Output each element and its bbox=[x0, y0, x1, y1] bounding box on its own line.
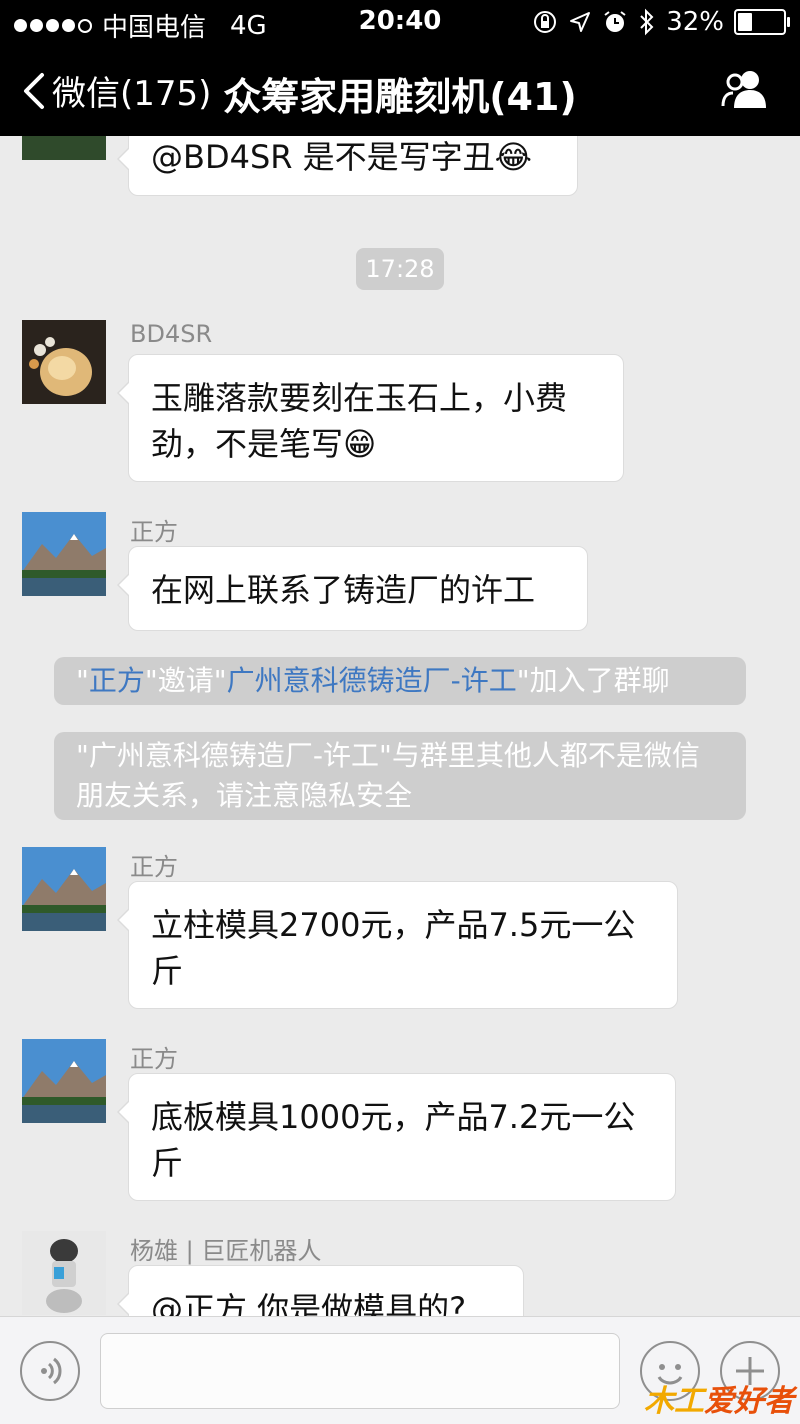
message-bubble[interactable]: 玉雕落款要刻在玉石上，小费劲，不是笔写😁 bbox=[117, 354, 624, 482]
alarm-icon bbox=[604, 11, 626, 32]
invitee-link[interactable]: 广州意科德铸造厂-许工 bbox=[227, 664, 517, 697]
battery-percent: 32% bbox=[666, 7, 724, 37]
voice-icon bbox=[41, 1357, 62, 1385]
bluetooth-icon bbox=[640, 8, 654, 36]
message-bubble[interactable]: 底板模具1000元，产品7.2元一公斤 bbox=[117, 1073, 676, 1201]
message-bubble[interactable]: 在网上联系了铸造厂的许工 bbox=[117, 546, 588, 631]
status-bar: 中国电信 4G 20:40 32% bbox=[0, 0, 800, 46]
avatar[interactable] bbox=[22, 847, 106, 931]
top-bar: 中国电信 4G 20:40 32% 微信(175) 众筹家用雕刻机(41) bbox=[0, 0, 800, 136]
system-message-invite: "正方"邀请"广州意科德铸造厂-许工"加入了群聊 bbox=[54, 657, 746, 705]
sender-name: BD4SR bbox=[130, 320, 213, 348]
message-bubble[interactable]: 立柱模具2700元，产品7.5元一公斤 bbox=[117, 881, 678, 1009]
orientation-lock-icon bbox=[534, 11, 557, 33]
avatar[interactable] bbox=[22, 320, 106, 404]
sender-name: 正方 bbox=[130, 518, 178, 546]
message-bubble[interactable]: @BD4SR 是不是写字丑😂 bbox=[117, 136, 578, 196]
input-bar: 木工爱好者 bbox=[0, 1316, 800, 1424]
chat-area[interactable]: @BD4SR 是不是写字丑😂 17:28 BD4SR 玉雕落款要刻在玉石上，小费… bbox=[0, 136, 800, 1316]
sender-name: 杨雄 | 巨匠机器人 bbox=[130, 1237, 322, 1265]
voice-button[interactable] bbox=[20, 1341, 80, 1401]
battery-icon bbox=[734, 9, 790, 35]
inviter-link[interactable]: 正方 bbox=[89, 664, 145, 697]
avatar[interactable] bbox=[22, 1231, 106, 1315]
watermark-logo: 木工爱好者 bbox=[644, 1384, 794, 1419]
system-message-warning: "广州意科德铸造厂-许工"与群里其他人都不是微信朋友关系，请注意隐私安全 bbox=[54, 732, 746, 820]
location-icon bbox=[570, 12, 591, 32]
timestamp-badge: 17:28 bbox=[356, 248, 444, 290]
message-input[interactable] bbox=[100, 1333, 620, 1409]
chat-title: 众筹家用雕刻机(41) bbox=[223, 75, 577, 119]
navigation-bar: 微信(175) 众筹家用雕刻机(41) bbox=[0, 46, 800, 136]
avatar[interactable] bbox=[22, 1039, 106, 1123]
avatar[interactable] bbox=[22, 512, 106, 596]
sender-name: 正方 bbox=[130, 853, 178, 881]
group-members-icon[interactable] bbox=[720, 68, 772, 110]
avatar[interactable] bbox=[22, 136, 106, 160]
sender-name: 正方 bbox=[130, 1045, 178, 1073]
message-bubble[interactable]: @正方 你是做模具的? bbox=[117, 1265, 524, 1316]
